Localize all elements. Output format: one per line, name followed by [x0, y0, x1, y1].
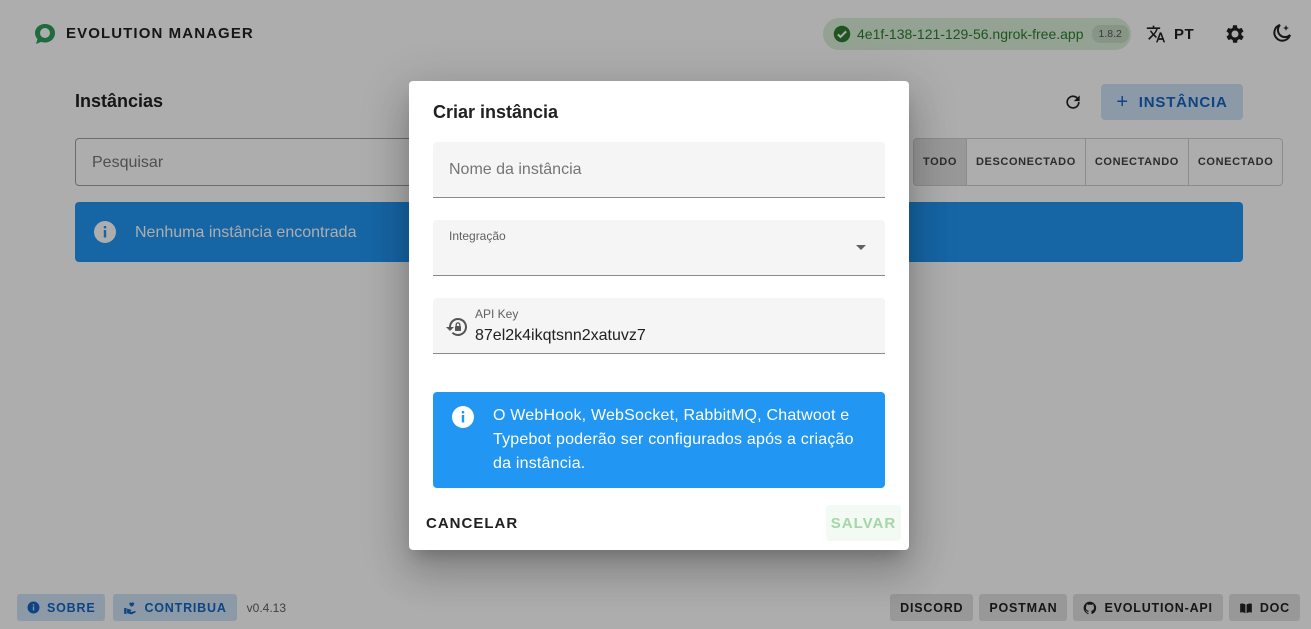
cancel-button[interactable]: CANCELAR: [417, 505, 527, 541]
dropdown-arrow-icon: [856, 245, 866, 250]
configuration-info-alert: O WebHook, WebSocket, RabbitMQ, Chatwoot…: [433, 392, 885, 488]
lock-reset-icon[interactable]: [445, 315, 469, 339]
instance-name-input[interactable]: [433, 142, 885, 197]
api-key-label: API Key: [475, 307, 519, 321]
create-instance-dialog: Criar instância Integração API Key 87el2…: [409, 81, 909, 550]
integration-label: Integração: [449, 229, 506, 243]
integration-select[interactable]: Integração: [433, 220, 885, 276]
api-key-field[interactable]: API Key 87el2k4ikqtsnn2xatuvz7: [433, 298, 885, 354]
save-button[interactable]: SALVAR: [826, 505, 901, 541]
instance-name-field: [433, 142, 885, 198]
dialog-title: Criar instância: [433, 102, 559, 122]
info-icon: [452, 406, 474, 428]
configuration-info-text: O WebHook, WebSocket, RabbitMQ, Chatwoot…: [493, 407, 854, 472]
api-key-value[interactable]: 87el2k4ikqtsnn2xatuvz7: [475, 327, 646, 345]
